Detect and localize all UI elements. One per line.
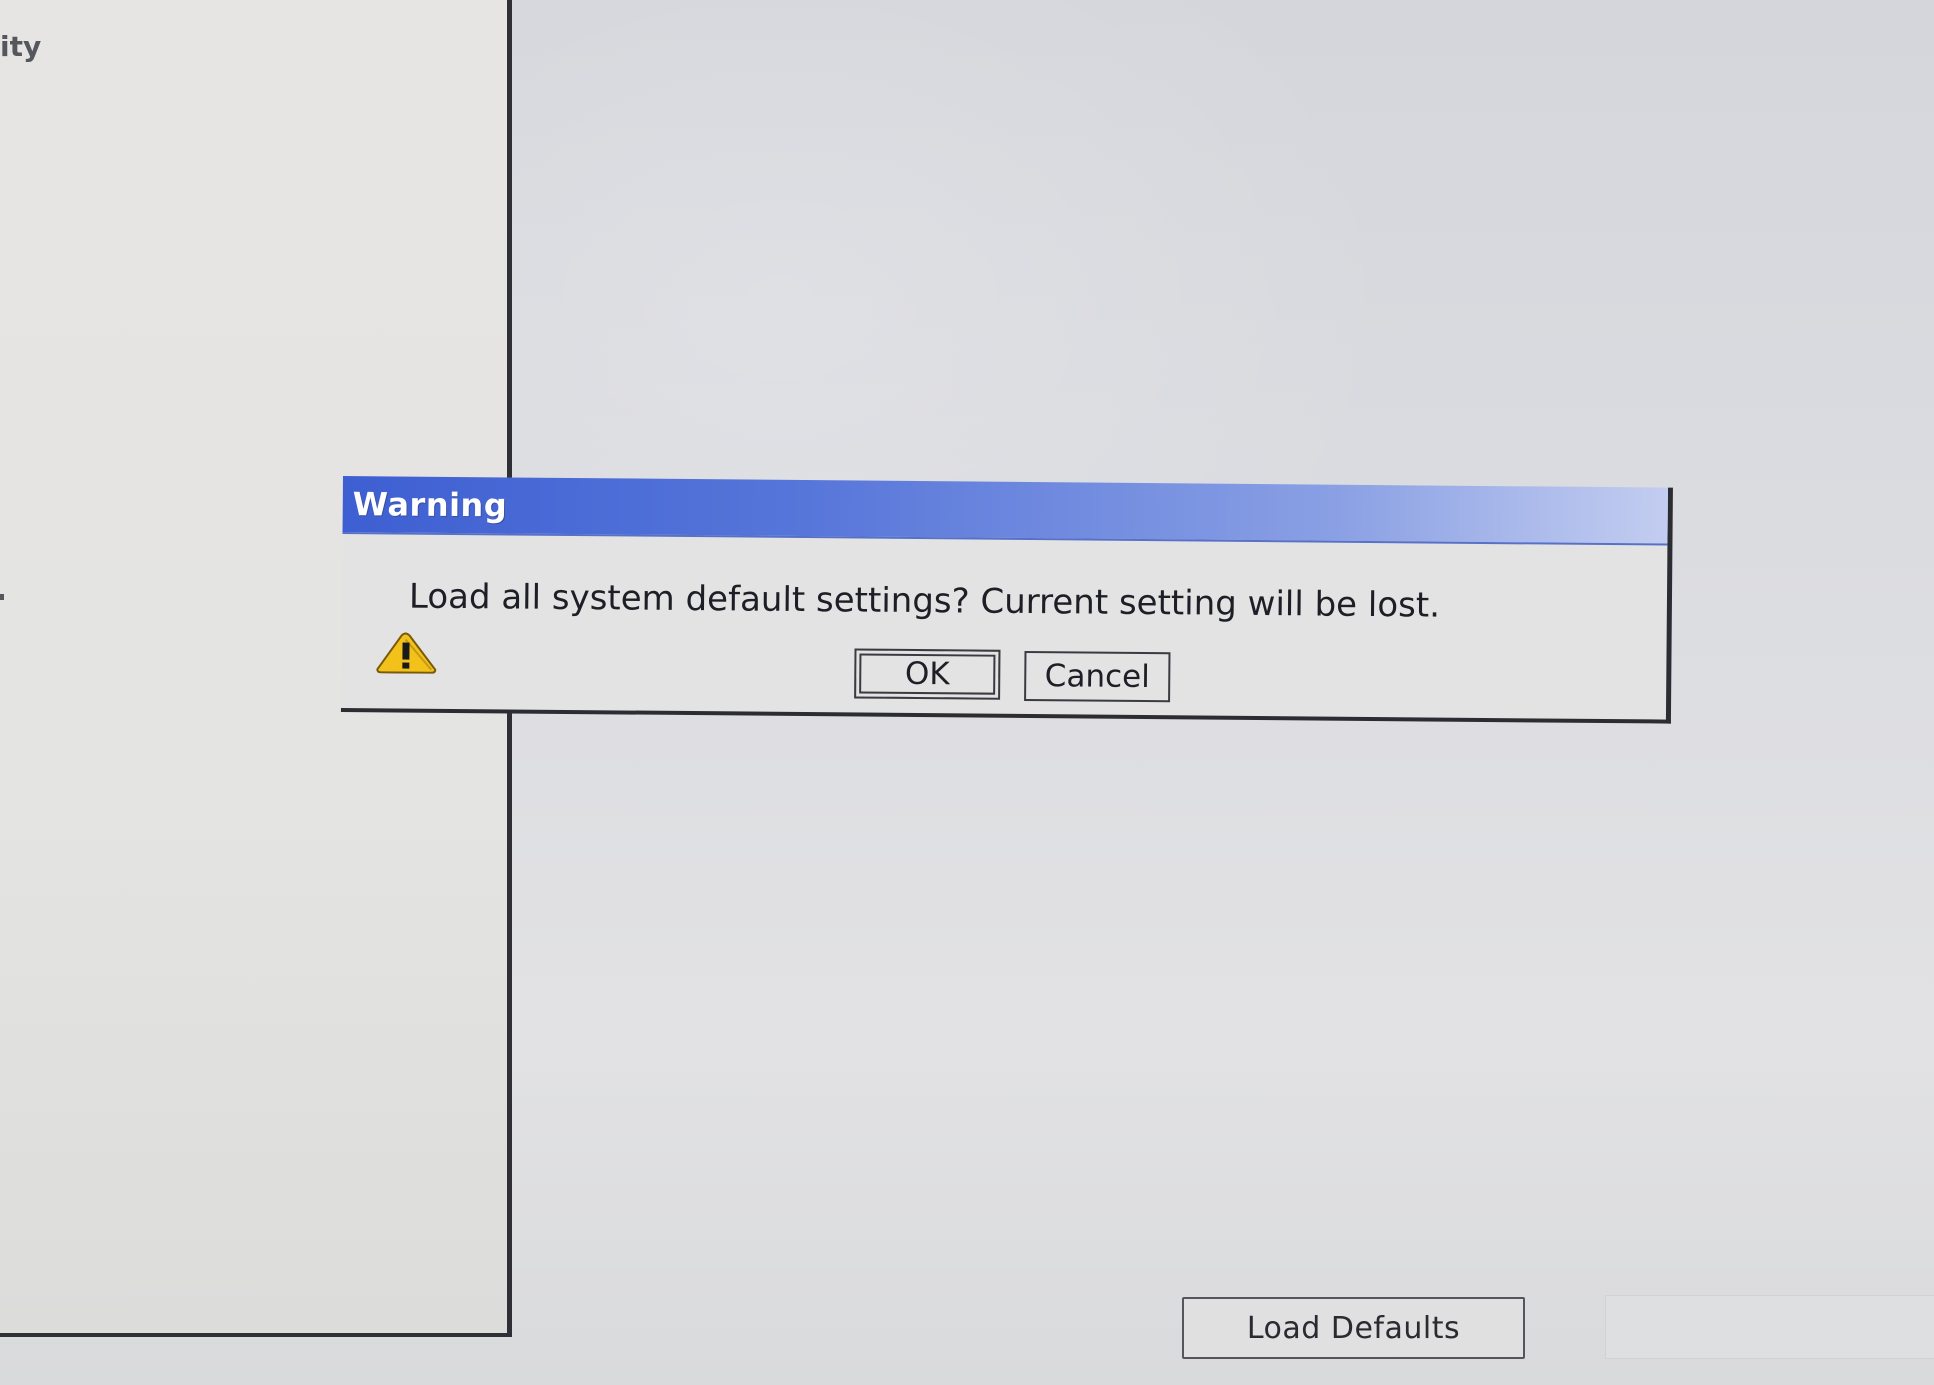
dialog-message: Load all system default settings? Curren… [408, 576, 1441, 626]
warning-dialog: Warning Load all system default settings… [340, 476, 1673, 724]
sidebar-item-label[interactable]: ity [0, 30, 41, 63]
ok-button[interactable]: OK [854, 648, 1001, 700]
cancel-button[interactable]: Cancel [1024, 650, 1171, 703]
dialog-titlebar: Warning [342, 476, 1668, 546]
warning-triangle-icon [376, 632, 437, 674]
load-defaults-button[interactable]: Load Defaults [1182, 1297, 1525, 1359]
sidebar-item-marker [0, 594, 4, 600]
faded-button[interactable] [1605, 1295, 1934, 1359]
dialog-title: Warning [352, 485, 508, 525]
